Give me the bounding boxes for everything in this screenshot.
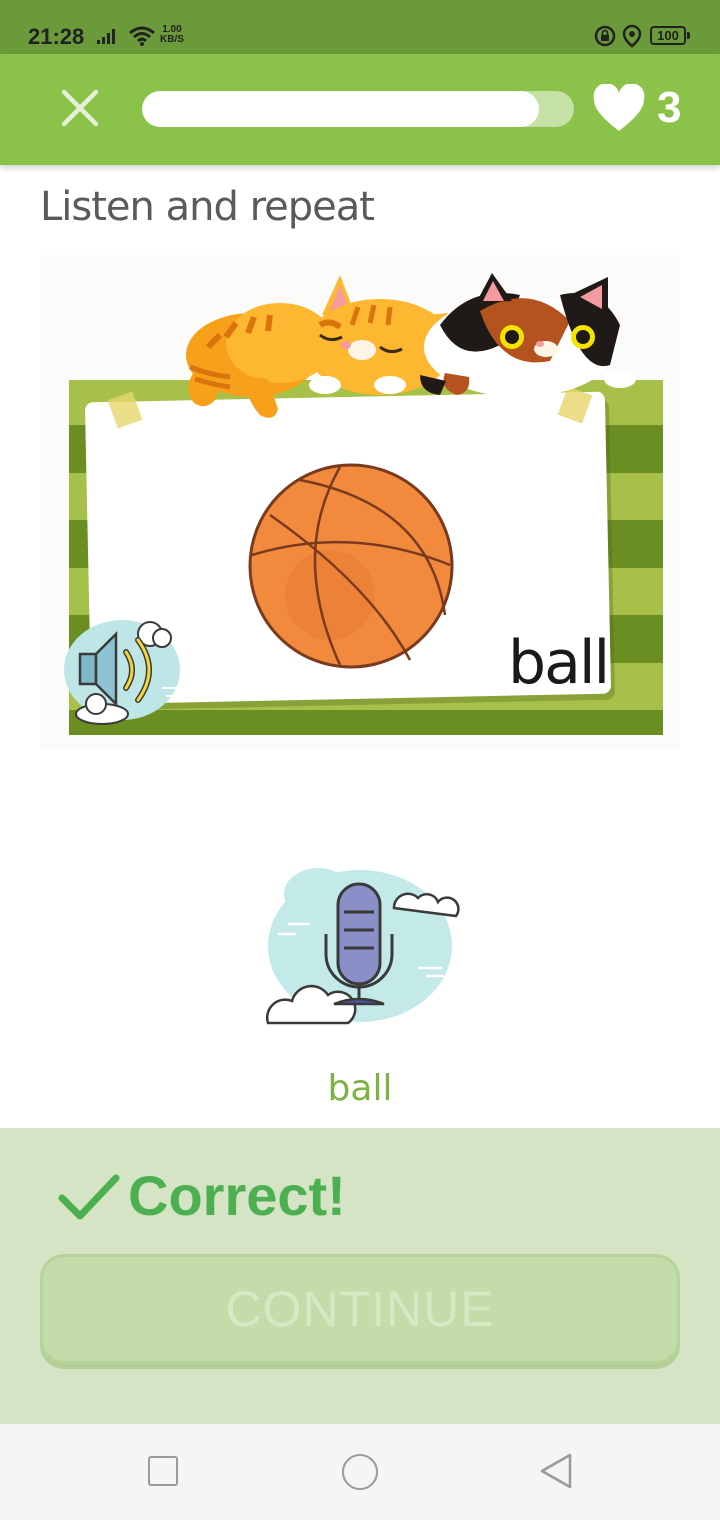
heart-icon: [593, 84, 645, 131]
recognized-speech-text: ball: [327, 1068, 393, 1109]
continue-button[interactable]: CONTINUE: [40, 1254, 680, 1364]
exercise-prompt: Listen and repeat: [40, 184, 375, 230]
home-icon[interactable]: [342, 1454, 378, 1490]
check-icon: [58, 1174, 120, 1220]
wifi-icon: [129, 26, 155, 46]
status-time: 21:28: [28, 24, 85, 49]
speaker-icon: [64, 620, 182, 725]
lesson-progress-bar: [142, 91, 574, 127]
recent-apps-icon[interactable]: [148, 1456, 178, 1486]
record-microphone-button[interactable]: [258, 858, 462, 1032]
app-screen: 21:28 1.00 KB/S 100 3 Listen and repeat …: [0, 0, 720, 1520]
close-button[interactable]: [54, 82, 106, 134]
network-speed: 1.00 KB/S: [160, 25, 184, 45]
status-bar: 21:28 1.00 KB/S 100: [0, 0, 720, 54]
close-icon: [61, 89, 99, 127]
play-audio-button[interactable]: [52, 612, 192, 728]
microphone-icon: [265, 868, 460, 1025]
lives-count: 3: [657, 83, 682, 132]
continue-button-label: CONTINUE: [225, 1281, 495, 1337]
location-icon: [622, 24, 642, 48]
lock-icon: [594, 25, 616, 47]
flashcard-word: ball: [508, 628, 610, 698]
feedback-status: Correct!: [128, 1164, 346, 1227]
battery-icon: 100: [650, 26, 686, 45]
back-icon[interactable]: [538, 1452, 574, 1490]
lesson-header: 3: [0, 54, 720, 165]
battery-tip: [687, 32, 690, 39]
signal-icon: [97, 29, 115, 44]
network-speed-unit: KB/S: [160, 34, 184, 45]
lesson-progress-fill: [142, 91, 540, 127]
